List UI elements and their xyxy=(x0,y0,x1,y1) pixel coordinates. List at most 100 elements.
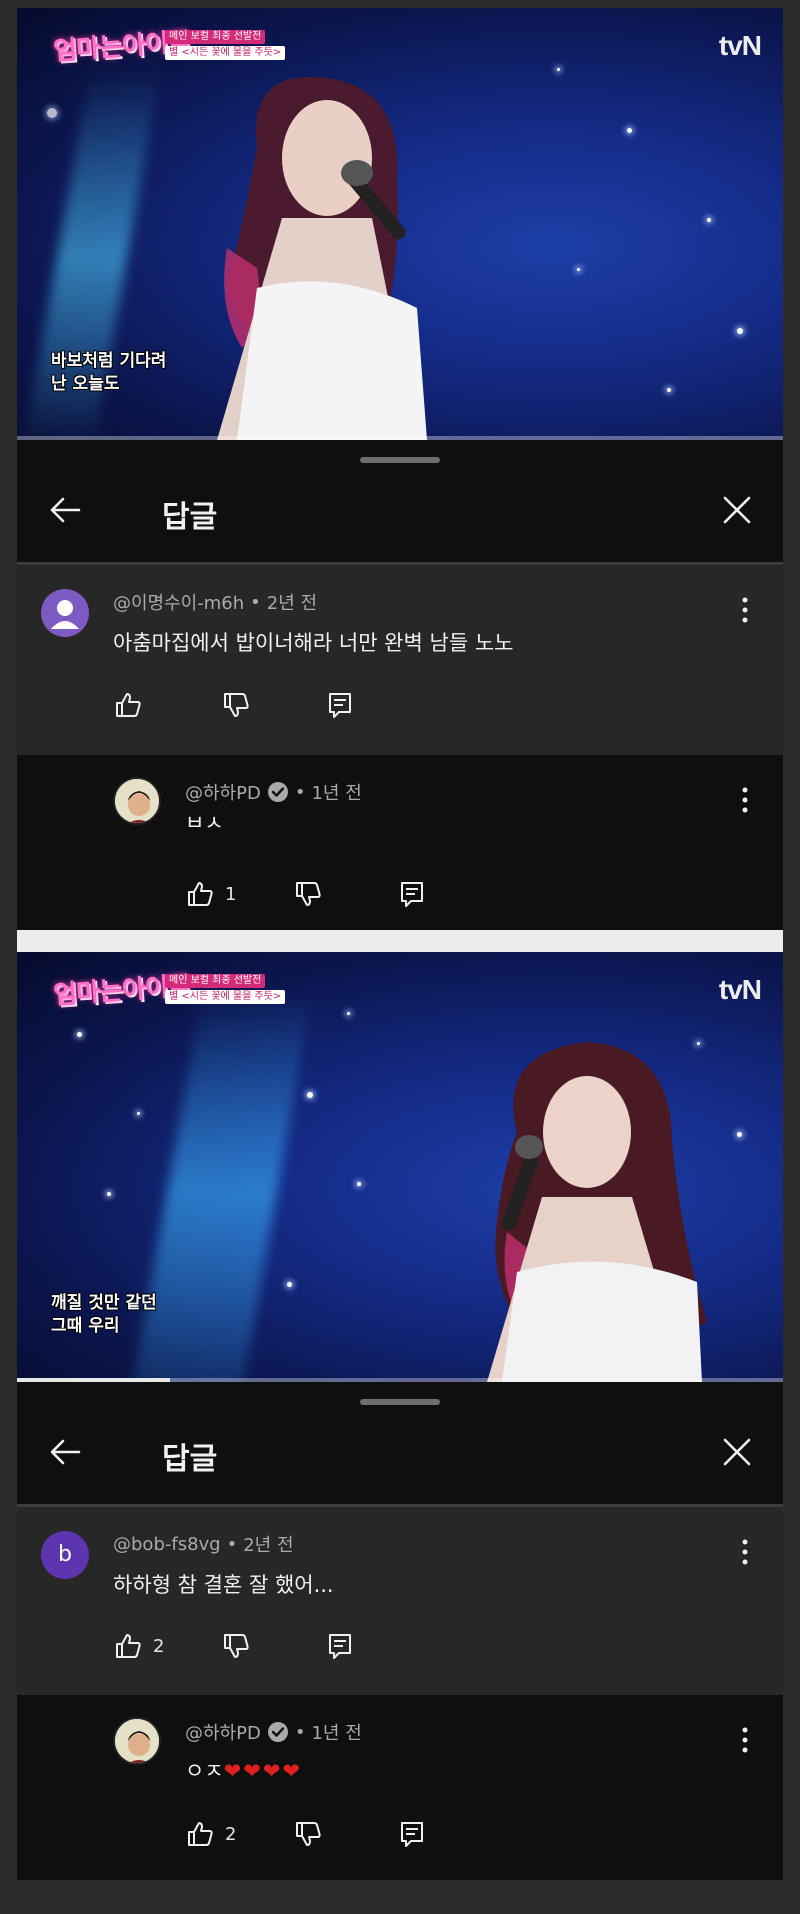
show-info: 메인 보컬 최종 선발전 별 <시든 꽃에 물을 주듯> xyxy=(165,974,286,1006)
stage-sparkle xyxy=(707,218,711,222)
meta-dot: • xyxy=(250,591,261,613)
stage-sparkle xyxy=(137,1112,140,1115)
comment-item: @이명수이-m6h • 2년 전 아춤마집에서 밥이너해라 너만 완벽 남들 노… xyxy=(17,565,783,755)
like-button[interactable]: 2 xyxy=(185,1817,236,1851)
user-silhouette-icon xyxy=(51,600,79,629)
comment-author[interactable]: @bob-fs8vg xyxy=(113,1534,221,1555)
caption-line1: 바보처럼 기다려 xyxy=(51,351,167,371)
stage-sparkle xyxy=(627,128,632,133)
reply-item: @하하PD • 1년 전 ㅂㅅ 1 xyxy=(17,755,783,930)
meta-dot: • xyxy=(294,1721,306,1743)
stage-sparkle xyxy=(667,388,671,392)
reply-text: ㅂㅅ xyxy=(185,811,224,829)
dislike-button[interactable] xyxy=(221,1629,251,1663)
reply-icon xyxy=(401,1822,423,1847)
stage-sparkle xyxy=(737,328,743,334)
avatar[interactable] xyxy=(113,1717,161,1765)
page-title: 답글 xyxy=(162,1442,218,1477)
like-button[interactable] xyxy=(113,688,153,722)
comment-text: 아춤마집에서 밥이너해라 너만 완벽 남들 노노 xyxy=(113,631,514,655)
reply-text-main: ㅇㅈ xyxy=(185,1759,224,1783)
close-icon[interactable] xyxy=(717,490,757,530)
comment-author[interactable]: @이명수이-m6h xyxy=(113,589,244,615)
stage-sparkle xyxy=(347,1012,350,1015)
avatar[interactable]: b xyxy=(41,1531,89,1579)
avatar[interactable] xyxy=(41,589,89,637)
reply-button[interactable] xyxy=(325,688,355,722)
reply-author[interactable]: @하하PD xyxy=(185,779,261,805)
like-button[interactable]: 2 xyxy=(113,1629,164,1663)
thumbs-down-icon xyxy=(224,693,249,717)
singer-image xyxy=(487,1042,707,1382)
caption-line2: 그때 우리 xyxy=(51,1316,120,1336)
dislike-button[interactable] xyxy=(221,688,251,722)
stage-sparkle xyxy=(577,268,580,271)
video-player[interactable]: 엄마는아이돌 메인 보컬 최종 선발전 별 <시든 꽃에 물을 주듯> tvN … xyxy=(17,8,783,440)
comment-meta: @이명수이-m6h • 2년 전 xyxy=(113,589,317,615)
reply-meta: @하하PD • 1년 전 xyxy=(185,779,362,805)
thumbs-down-icon xyxy=(296,1822,321,1846)
reply-button[interactable] xyxy=(397,877,427,911)
stage-sparkle xyxy=(357,1182,361,1186)
verified-check-icon xyxy=(267,782,288,802)
thumbs-down-icon xyxy=(296,882,321,906)
like-count: 2 xyxy=(153,1635,165,1657)
reply-time: 1년 전 xyxy=(311,783,362,804)
comment-item: b @bob-fs8vg • 2년 전 하하형 참 결혼 잘 했어... 2 xyxy=(17,1507,783,1695)
comment-time: 2년 전 xyxy=(266,593,318,614)
reply-actions: 1 xyxy=(185,877,485,911)
show-info-line1: 메인 보컬 최종 선발전 xyxy=(165,974,266,988)
back-arrow-icon[interactable] xyxy=(45,1432,85,1472)
more-vert-icon[interactable] xyxy=(735,593,755,627)
like-count: 1 xyxy=(225,883,237,905)
more-vert-icon[interactable] xyxy=(735,1723,755,1757)
channel-logo: tvN xyxy=(718,974,762,1005)
comment-text: 하하형 참 결혼 잘 했어... xyxy=(113,1573,334,1597)
reply-actions: 2 xyxy=(185,1817,485,1851)
reply-button[interactable] xyxy=(325,1629,355,1663)
reply-text: ㅇㅈ❤❤❤❤ xyxy=(185,1755,302,1785)
reply-meta: @하하PD • 1년 전 xyxy=(185,1719,362,1745)
like-count: 2 xyxy=(225,1823,237,1845)
reply-item: @하하PD • 1년 전 ㅇㅈ❤❤❤❤ 2 xyxy=(17,1695,783,1880)
stage-sparkle xyxy=(47,108,57,118)
stage-sparkle xyxy=(557,68,560,71)
comment-meta: @bob-fs8vg • 2년 전 xyxy=(113,1531,294,1557)
verified-check-icon xyxy=(267,1722,288,1742)
video-player[interactable]: 엄마는아이돌 메인 보컬 최종 선발전 별 <시든 꽃에 물을 주듯> tvN … xyxy=(17,952,783,1382)
reply-button[interactable] xyxy=(397,1817,427,1851)
heart-emoji: ❤❤❤❤ xyxy=(223,1759,303,1783)
channel-logo: tvN xyxy=(718,30,762,61)
meta-dot: • xyxy=(226,1533,238,1555)
replies-header: 답글 xyxy=(17,1382,783,1504)
reply-author[interactable]: @하하PD xyxy=(185,1719,261,1745)
dislike-button[interactable] xyxy=(293,877,323,911)
page-title: 답글 xyxy=(162,500,218,535)
close-icon[interactable] xyxy=(717,1432,757,1472)
more-vert-icon[interactable] xyxy=(735,783,755,817)
subtitle-caption: 깨질 것만 같던 그때 우리 xyxy=(51,1292,157,1338)
subtitle-caption: 바보처럼 기다려 난 오늘도 xyxy=(51,350,166,396)
thumbs-up-icon xyxy=(188,1822,213,1846)
thumbs-up-icon xyxy=(116,693,141,717)
stage-sparkle xyxy=(287,1282,292,1287)
thumbs-down-icon xyxy=(224,1634,249,1658)
reply-time: 1년 전 xyxy=(311,1723,362,1744)
meta-dot: • xyxy=(294,781,306,803)
show-info-line2: 별 <시든 꽃에 물을 주듯> xyxy=(165,46,286,60)
show-info-line2: 별 <시든 꽃에 물을 주듯> xyxy=(165,990,286,1004)
comment-actions xyxy=(113,688,413,722)
drag-handle[interactable] xyxy=(360,457,440,463)
dislike-button[interactable] xyxy=(293,1817,323,1851)
back-arrow-icon[interactable] xyxy=(45,490,85,530)
drag-handle[interactable] xyxy=(360,1399,440,1405)
stage-sparkle xyxy=(307,1092,313,1098)
avatar[interactable] xyxy=(113,777,161,825)
show-info: 메인 보컬 최종 선발전 별 <시든 꽃에 물을 주듯> xyxy=(165,30,286,62)
thumbs-up-icon xyxy=(116,1634,141,1658)
caption-line1: 깨질 것만 같던 xyxy=(51,1293,157,1313)
more-vert-icon[interactable] xyxy=(735,1535,755,1569)
like-button[interactable]: 1 xyxy=(185,877,236,911)
comment-time: 2년 전 xyxy=(243,1535,294,1556)
channel-avatar-icon xyxy=(115,779,159,823)
